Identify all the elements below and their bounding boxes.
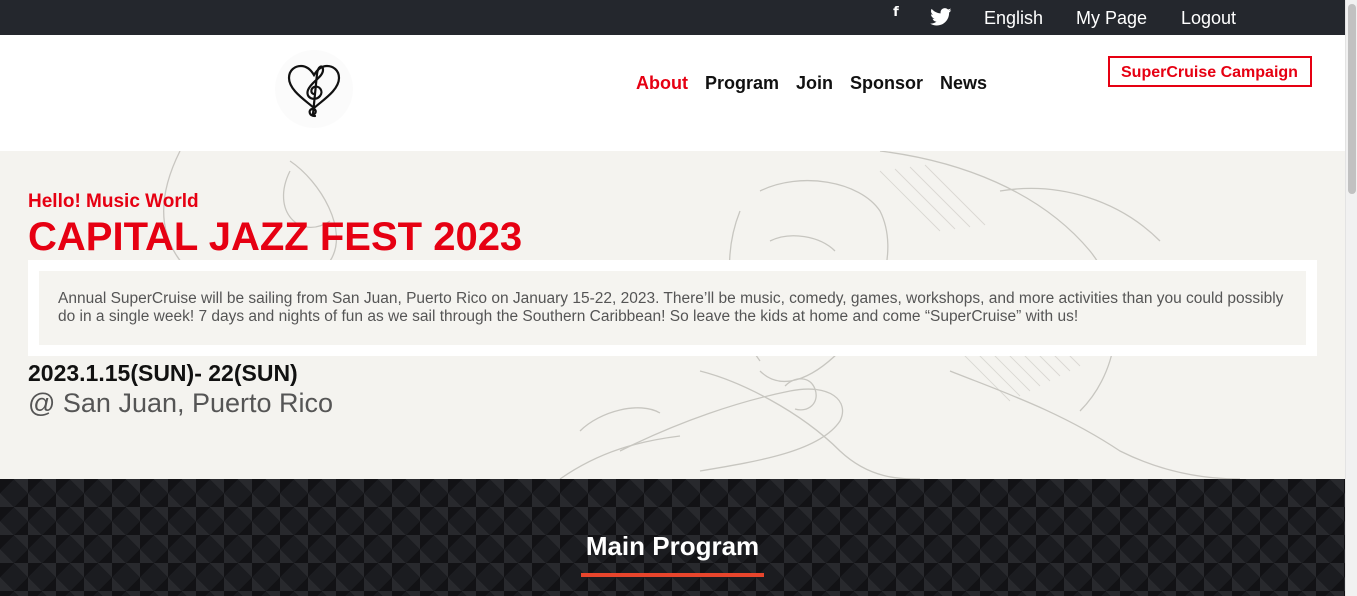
top-bar: f English My Page Logout [0, 0, 1345, 35]
treble-clef-heart-icon [287, 64, 341, 118]
nav-sponsor[interactable]: Sponsor [850, 73, 923, 94]
nav-program[interactable]: Program [705, 73, 779, 94]
site-header: About Program Join Sponsor News SuperCru… [0, 35, 1345, 151]
twitter-icon[interactable] [930, 8, 952, 26]
nav-news[interactable]: News [940, 73, 987, 94]
main-program-section: Main Program [0, 479, 1345, 596]
event-venue: @ San Juan, Puerto Rico [28, 388, 334, 418]
page-scrollbar[interactable] [1345, 0, 1357, 596]
facebook-icon[interactable]: f [889, 5, 903, 25]
logo[interactable] [275, 50, 353, 128]
supercruise-campaign-button[interactable]: SuperCruise Campaign [1108, 56, 1312, 87]
scrollbar-thumb[interactable] [1348, 4, 1356, 194]
logout-link[interactable]: Logout [1181, 8, 1236, 29]
section-title: Main Program [585, 531, 760, 561]
event-description: Annual SuperCruise will be sailing from … [39, 271, 1306, 345]
language-link[interactable]: English [984, 8, 1043, 29]
nav-join[interactable]: Join [796, 73, 833, 94]
description-box: Annual SuperCruise will be sailing from … [28, 260, 1317, 356]
event-title: CAPITAL JAZZ FEST 2023 [28, 215, 523, 259]
my-page-link[interactable]: My Page [1076, 8, 1147, 29]
greeting-text: Hello! Music World [28, 191, 199, 212]
nav-about[interactable]: About [636, 73, 688, 94]
hero-section: Hello! Music World CAPITAL JAZZ FEST 202… [0, 151, 1345, 479]
event-dates: 2023.1.15(SUN)- 22(SUN) [28, 360, 298, 386]
title-underline [581, 573, 764, 577]
